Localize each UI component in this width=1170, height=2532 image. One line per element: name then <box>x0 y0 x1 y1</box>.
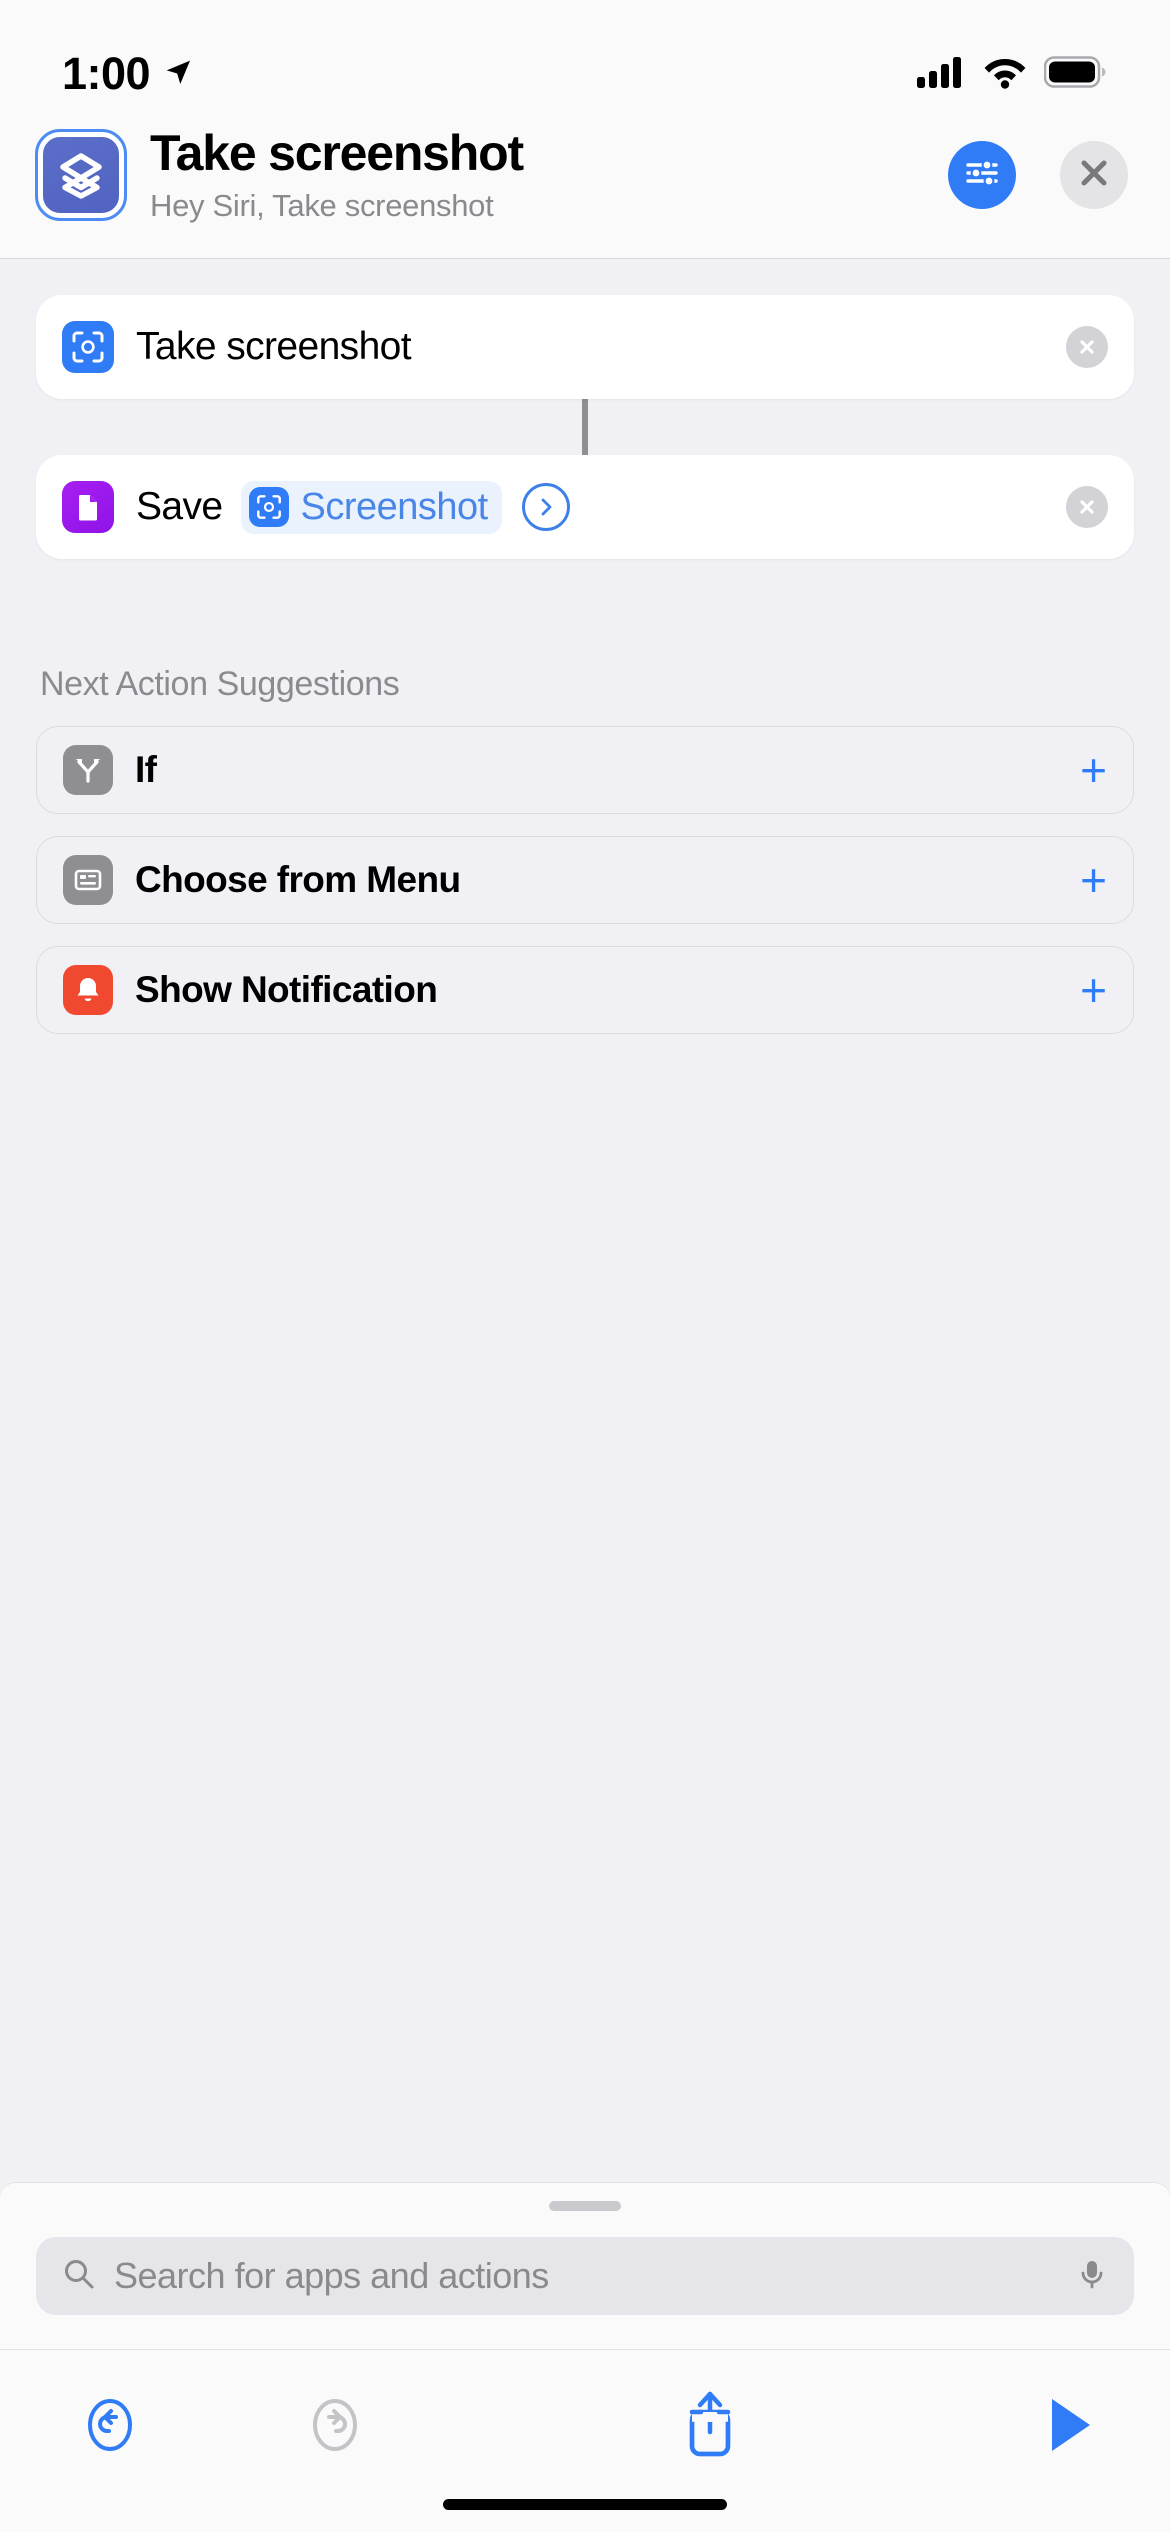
play-run-button[interactable] <box>970 2393 1170 2457</box>
redo-button[interactable] <box>220 2393 450 2457</box>
wifi-icon <box>983 55 1027 94</box>
suggestions-section-title: Next Action Suggestions <box>40 665 400 703</box>
shortcut-settings-button[interactable] <box>948 141 1016 209</box>
expand-parameters-button[interactable] <box>521 483 570 531</box>
action-list: Take screenshot Save Screenshot <box>36 295 1134 559</box>
sliders-icon <box>962 153 1002 198</box>
status-bar-clock: 1:00 <box>62 48 151 99</box>
action-label: Save <box>136 485 223 528</box>
drag-handle[interactable] <box>549 2201 621 2211</box>
camera-viewfinder-icon <box>248 487 289 527</box>
shortcut-layers-icon[interactable] <box>35 129 127 221</box>
action-row-save[interactable]: Save Screenshot <box>36 455 1134 559</box>
siri-phrase-subtitle: Hey Siri, Take screenshot <box>150 188 494 223</box>
camera-viewfinder-icon <box>62 321 114 373</box>
action-label: Take screenshot <box>136 325 412 368</box>
delete-action-button[interactable] <box>1066 486 1108 528</box>
branch-icon <box>63 745 113 795</box>
search-icon <box>62 2257 96 2296</box>
suggestion-label: Show Notification <box>135 969 438 1010</box>
suggestion-row-show-notification[interactable]: Show Notification + <box>36 946 1134 1034</box>
menu-list-icon <box>63 855 113 905</box>
editor-toolbar <box>0 2349 1170 2499</box>
notification-bell-icon <box>63 965 113 1015</box>
shortcut-header: Take screenshot Hey Siri, Take screensho… <box>0 120 1170 259</box>
close-x-icon <box>1076 155 1112 196</box>
action-connector-line <box>582 399 588 455</box>
next-action-suggestions-section: Next Action Suggestions If + Choose from… <box>36 665 1134 1034</box>
add-action-button[interactable]: + <box>1080 967 1107 1013</box>
suggestion-row-if[interactable]: If + <box>36 726 1134 814</box>
search-bar[interactable]: Search for apps and actions <box>36 2237 1134 2315</box>
suggestion-label: Choose from Menu <box>135 859 461 900</box>
document-icon <box>62 481 114 533</box>
add-action-button[interactable]: + <box>1080 747 1107 793</box>
header-text-block: Take screenshot Hey Siri, Take screensho… <box>150 126 922 224</box>
location-arrow-icon <box>162 56 194 93</box>
action-library-sheet: Search for apps and actions <box>0 2182 1170 2532</box>
token-label: Screenshot <box>300 485 489 528</box>
search-input[interactable]: Search for apps and actions <box>114 2255 1058 2297</box>
share-button[interactable] <box>450 2386 970 2464</box>
status-bar-right <box>916 55 1106 97</box>
microphone-icon[interactable] <box>1076 2258 1108 2295</box>
variable-token-screenshot[interactable]: Screenshot <box>240 480 502 534</box>
page-title: Take screenshot <box>150 126 524 181</box>
shortcuts-editor-screen: 1:00 Take screenshot Hey Siri, Take scre… <box>0 0 1170 2532</box>
cellular-bars-icon <box>916 55 966 97</box>
home-indicator <box>443 2499 727 2510</box>
delete-action-button[interactable] <box>1066 326 1108 368</box>
suggestion-row-choose-from-menu[interactable]: Choose from Menu + <box>36 836 1134 924</box>
status-bar: 1:00 <box>0 0 1170 120</box>
add-action-button[interactable]: + <box>1080 857 1107 903</box>
undo-button[interactable] <box>0 2393 220 2457</box>
action-row-take-screenshot[interactable]: Take screenshot <box>36 295 1134 399</box>
status-bar-left: 1:00 <box>62 48 194 100</box>
battery-full-icon <box>1043 55 1106 93</box>
suggestion-label: If <box>135 749 157 790</box>
close-button[interactable] <box>1060 141 1128 209</box>
